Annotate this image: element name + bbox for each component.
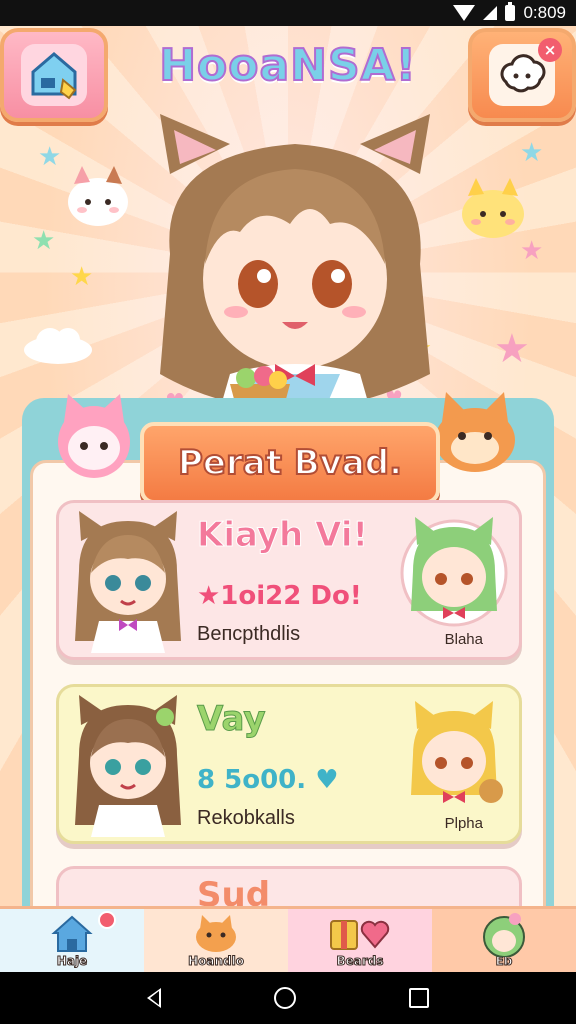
main-character (160, 114, 430, 444)
nav-label: Beards (336, 954, 384, 969)
friend-avatar (400, 517, 508, 627)
back-icon[interactable] (146, 988, 161, 1008)
pink-cat-icon (58, 394, 130, 478)
player-avatar (75, 695, 181, 837)
signal-icon (483, 6, 498, 20)
wifi-icon (453, 5, 476, 21)
friend-name: Blaha (444, 631, 483, 648)
friend-avatar (411, 701, 503, 803)
home-icon[interactable] (273, 987, 296, 1009)
cloud-icon (24, 328, 92, 364)
status-bar: 0:809 (0, 0, 576, 26)
leaderboard-banner: Perat Bvad. (140, 422, 440, 504)
gift-heart-icon (330, 920, 390, 950)
nav-rewards[interactable]: Beards (288, 909, 432, 972)
notification-badge: × (538, 38, 562, 62)
battery-icon (505, 2, 516, 21)
star-icon: ★ (38, 142, 62, 172)
recent-apps-icon[interactable] (409, 988, 430, 1008)
leaderboard-card[interactable]: Kiayh Vi! ★1oi22 Do! Beпcpthdlis Blaha (56, 500, 522, 660)
friend-name: Plpha (444, 815, 483, 832)
orange-cat-icon (435, 392, 515, 472)
settings-button[interactable]: × (468, 28, 576, 122)
nav-label: Haje (56, 954, 88, 969)
star-icon: ★ (494, 326, 530, 372)
card-subtitle: Rekobkalls (197, 807, 295, 829)
home-shop-button[interactable] (0, 28, 108, 122)
notification-dot (98, 911, 116, 929)
cat-pet-icon (462, 178, 524, 238)
card-title: Kiayh Vi! (197, 515, 369, 556)
card-score: 8 5o00. ♥ (197, 765, 339, 795)
player-avatar (75, 511, 181, 653)
card-score: ★1oi22 Do! (197, 581, 362, 611)
diamond-house-icon (21, 44, 87, 106)
game-title: HooaNSA! (158, 39, 417, 92)
avatar-icon (483, 913, 525, 957)
cat-pet-icon (68, 166, 128, 226)
star-icon: ★ (32, 226, 56, 256)
nav-label: Hoandlo (188, 954, 245, 969)
leaderboard-card[interactable]: Vay 8 5o00. ♥ Rekobkalls Plpha (56, 684, 522, 844)
card-title: Vay (197, 699, 267, 740)
star-icon: ★ (520, 236, 544, 266)
nav-home[interactable]: Haje (0, 909, 144, 972)
card-subtitle: Beпcpthdlis (197, 623, 301, 645)
bottom-nav: Haje Hoandlo Beards Eb (0, 906, 576, 972)
nav-profile[interactable]: Eb (432, 909, 576, 972)
nav-pets[interactable]: Hoandlo (144, 909, 288, 972)
status-time: 0:809 (523, 3, 566, 22)
house-icon (51, 915, 93, 952)
star-icon: ★ (70, 262, 94, 292)
cat-face-icon (196, 915, 236, 952)
star-icon: ★ (520, 138, 544, 168)
system-nav-bar (0, 972, 576, 1024)
